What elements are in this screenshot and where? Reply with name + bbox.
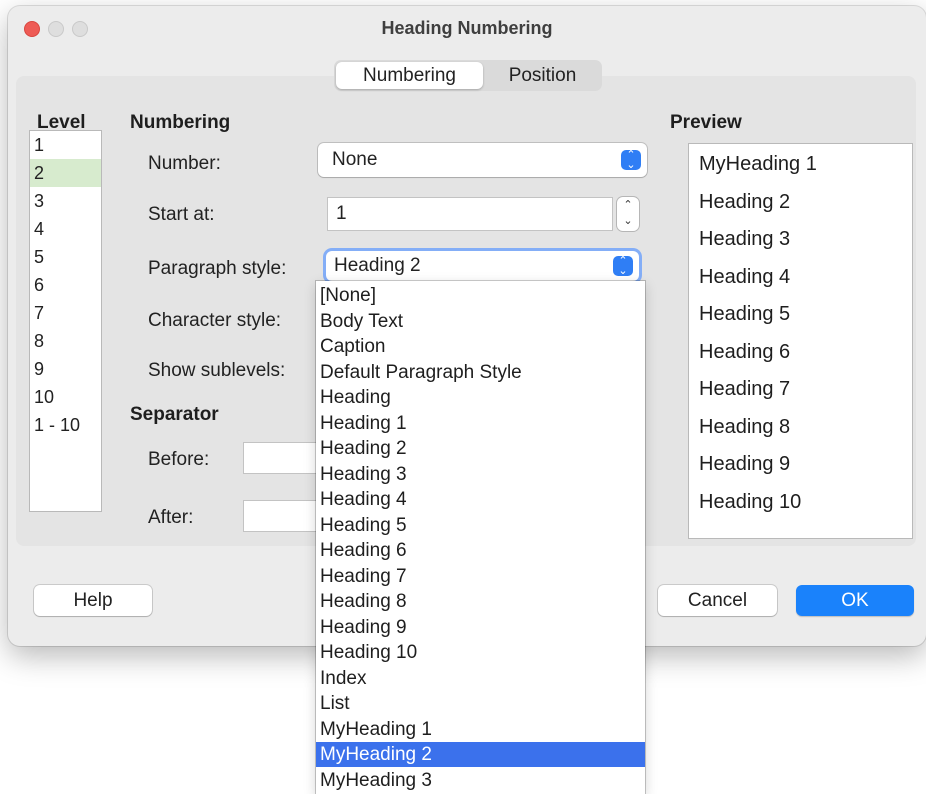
stepper-down-icon[interactable]: ⌄ <box>617 213 639 229</box>
dropdown-option[interactable]: Heading <box>316 385 645 410</box>
cancel-button[interactable]: Cancel <box>658 585 777 616</box>
preview-item: Heading 3 <box>699 228 791 250</box>
dropdown-option[interactable]: Heading 10 <box>316 640 645 665</box>
preview-item: Heading 5 <box>699 303 791 325</box>
start-at-stepper[interactable]: ⌃ ⌄ <box>617 197 639 231</box>
dropdown-option[interactable]: MyHeading 3 <box>316 768 645 793</box>
paragraph-style-value: Heading 2 <box>334 255 421 276</box>
level-item[interactable]: 9 <box>30 355 101 383</box>
level-item[interactable]: 3 <box>30 187 101 215</box>
chevron-up-down-icon: ⌃ ⌄ <box>613 256 633 277</box>
dropdown-option[interactable]: Body Text <box>316 309 645 334</box>
numbering-header: Numbering <box>130 112 231 133</box>
dropdown-option[interactable]: Heading 3 <box>316 462 645 487</box>
level-item[interactable]: 7 <box>30 299 101 327</box>
help-button[interactable]: Help <box>34 585 152 616</box>
preview-item: Heading 8 <box>699 416 791 438</box>
dropdown-option[interactable]: MyHeading 1 <box>316 717 645 742</box>
preview-header: Preview <box>670 112 742 133</box>
level-item[interactable]: 1 - 10 <box>30 411 101 439</box>
before-input[interactable] <box>244 443 316 473</box>
stepper-up-icon[interactable]: ⌃ <box>617 197 639 213</box>
paragraph-style-label: Paragraph style: <box>148 258 287 279</box>
title-bar: Heading Numbering <box>8 6 926 50</box>
paragraph-style-dropdown[interactable]: [None] Body Text Caption Default Paragra… <box>316 281 645 794</box>
level-item[interactable]: 8 <box>30 327 101 355</box>
preview-item: Heading 2 <box>699 191 791 213</box>
paragraph-style-select[interactable]: Heading 2 ⌃ ⌄ <box>326 251 639 281</box>
dropdown-option[interactable]: Heading 9 <box>316 615 645 640</box>
before-label: Before: <box>148 449 210 470</box>
tab-position[interactable]: Position <box>483 62 602 89</box>
level-item[interactable]: 6 <box>30 271 101 299</box>
preview-pane: MyHeading 1 Heading 2 Heading 3 Heading … <box>688 143 913 539</box>
dropdown-option[interactable]: Heading 8 <box>316 589 645 614</box>
level-item-selected[interactable]: 2 <box>30 159 101 187</box>
dropdown-option[interactable]: Default Paragraph Style <box>316 360 645 385</box>
dropdown-option[interactable]: Heading 5 <box>316 513 645 538</box>
start-at-label: Start at: <box>148 204 215 225</box>
number-select[interactable]: None ⌃ ⌄ <box>318 143 647 177</box>
start-at-value: 1 <box>336 203 347 224</box>
level-item[interactable]: 1 <box>30 131 101 159</box>
character-style-label: Character style: <box>148 310 282 331</box>
level-item[interactable]: 5 <box>30 243 101 271</box>
after-input[interactable] <box>244 501 316 531</box>
dropdown-option[interactable]: Index <box>316 666 645 691</box>
preview-item: Heading 7 <box>699 378 791 400</box>
window-title: Heading Numbering <box>381 18 553 38</box>
dropdown-option[interactable]: Heading 4 <box>316 487 645 512</box>
dropdown-option[interactable]: [None] <box>316 283 645 308</box>
start-at-field[interactable]: 1 <box>328 198 612 230</box>
after-label: After: <box>148 507 194 528</box>
ok-button[interactable]: OK <box>796 585 914 616</box>
dropdown-option-highlighted[interactable]: MyHeading 2 <box>316 742 645 767</box>
dropdown-option[interactable]: Heading 1 <box>316 411 645 436</box>
number-value: None <box>332 149 378 170</box>
level-item[interactable]: 10 <box>30 383 101 411</box>
dropdown-option[interactable]: Heading 2 <box>316 436 645 461</box>
tab-numbering[interactable]: Numbering <box>336 62 483 89</box>
preview-item: Heading 6 <box>699 341 791 363</box>
dropdown-option[interactable]: Heading 6 <box>316 538 645 563</box>
dropdown-option[interactable]: Heading 7 <box>316 564 645 589</box>
separator-header: Separator <box>130 404 219 425</box>
level-item[interactable]: 4 <box>30 215 101 243</box>
preview-item: MyHeading 1 <box>699 153 817 175</box>
show-sublevels-label: Show sublevels: <box>148 360 286 381</box>
preview-item: Heading 9 <box>699 453 791 475</box>
preview-item: Heading 10 <box>699 491 802 513</box>
tab-bar: Numbering Position <box>334 60 602 91</box>
preview-item: Heading 4 <box>699 266 791 288</box>
chevron-up-down-icon: ⌃ ⌄ <box>621 150 641 171</box>
dropdown-option[interactable]: List <box>316 691 645 716</box>
number-label: Number: <box>148 153 221 174</box>
dropdown-option[interactable]: Caption <box>316 334 645 359</box>
level-list[interactable]: 1 2 3 4 5 6 7 8 9 10 1 - 10 <box>29 130 102 512</box>
